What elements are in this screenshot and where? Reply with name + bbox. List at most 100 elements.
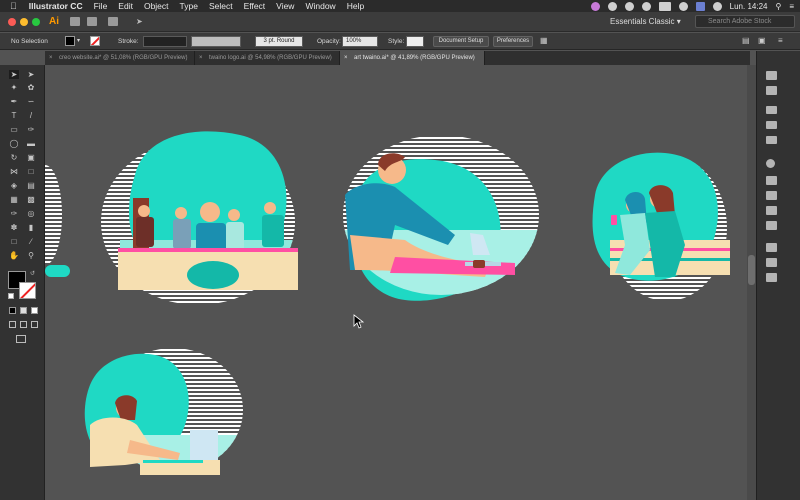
user-icon[interactable]: [590, 1, 600, 11]
free-transform-tool[interactable]: □: [26, 167, 36, 176]
artboards-panel-icon[interactable]: [766, 258, 777, 267]
width-tool[interactable]: ⋈: [9, 167, 19, 176]
menu-edit[interactable]: Edit: [118, 1, 133, 11]
menu-object[interactable]: Object: [144, 1, 169, 11]
asset-export-icon[interactable]: [766, 273, 777, 282]
minimize-window-button[interactable]: [20, 18, 28, 26]
preferences-button[interactable]: Preferences: [493, 36, 533, 47]
stroke-swatch[interactable]: [90, 36, 100, 46]
magic-wand-tool[interactable]: ✦: [9, 83, 19, 92]
volume-icon[interactable]: [712, 1, 722, 11]
menu-file[interactable]: File: [94, 1, 108, 11]
color-guide-icon[interactable]: [766, 86, 777, 95]
draw-normal-icon[interactable]: [9, 321, 16, 328]
workspace-switcher[interactable]: Essentials Classic ▾: [600, 15, 690, 28]
draw-inside-icon[interactable]: [31, 321, 38, 328]
illustration-laptop-man[interactable]: [343, 135, 545, 301]
curvature-tool[interactable]: ∽: [26, 97, 36, 106]
shape-builder-tool[interactable]: ◈: [9, 181, 19, 190]
screen-mode-icon[interactable]: [16, 335, 26, 343]
tab-creo-website[interactable]: × creo website.ai* @ 51,08% (RGB/GPU Prev…: [45, 51, 195, 65]
color-panel-icon[interactable]: [766, 71, 777, 80]
direct-selection-tool[interactable]: ➤: [26, 70, 36, 79]
brush-definition[interactable]: 3 pt. Round: [255, 36, 303, 47]
shield-icon[interactable]: [624, 1, 634, 11]
list-icon[interactable]: ≡: [789, 2, 794, 11]
gpu-performance-icon[interactable]: ➤: [136, 17, 146, 26]
zoom-window-button[interactable]: [32, 18, 40, 26]
column-graph-tool[interactable]: ▮: [26, 223, 36, 232]
gradient-panel-icon[interactable]: [766, 176, 777, 185]
stroke-color-box[interactable]: [19, 282, 36, 299]
scale-tool[interactable]: ▣: [26, 153, 36, 162]
fill-chevron-icon[interactable]: ▾: [77, 37, 80, 44]
draw-behind-icon[interactable]: [20, 321, 27, 328]
arrange-documents-icon[interactable]: [108, 17, 118, 26]
close-icon[interactable]: ×: [49, 51, 53, 65]
live-paint-tool[interactable]: ▤: [26, 181, 36, 190]
illustration-typing-man[interactable]: [84, 348, 250, 475]
graphic-style-swatch[interactable]: [406, 36, 424, 47]
gradient-tool[interactable]: ▩: [26, 195, 36, 204]
bridge-icon[interactable]: [70, 17, 80, 26]
rectangle-tool[interactable]: ▭: [9, 125, 19, 134]
slice-tool[interactable]: ∕: [26, 237, 36, 246]
rotate-tool[interactable]: ↻: [9, 153, 19, 162]
battery-icon[interactable]: [658, 1, 671, 11]
layers-panel-icon[interactable]: [766, 243, 777, 252]
graphic-styles-panel-icon[interactable]: [766, 221, 777, 230]
close-icon[interactable]: ×: [344, 51, 348, 65]
color-mode-icon[interactable]: [9, 307, 16, 314]
apple-icon[interactable]: : [10, 1, 17, 11]
stock-icon[interactable]: [87, 17, 97, 26]
tab-art-twaino[interactable]: × art twaino.ai* @ 41,89% (RGB/GPU Previe…: [340, 51, 485, 65]
type-tool[interactable]: T: [9, 111, 19, 120]
cloud-icon[interactable]: [641, 1, 651, 11]
default-colors-icon[interactable]: [8, 293, 14, 299]
selection-tool[interactable]: ➤: [9, 70, 19, 79]
illustration-two-women[interactable]: [592, 152, 730, 301]
illustration-meeting[interactable]: [101, 131, 300, 305]
hand-tool[interactable]: ✋: [9, 251, 19, 260]
document-setup-button[interactable]: Document Setup: [433, 36, 489, 47]
transform-icon[interactable]: ▣: [758, 36, 766, 45]
arrange-icon[interactable]: ▦: [540, 36, 548, 45]
clock[interactable]: Lun. 14:24: [730, 2, 768, 11]
menu-app-name[interactable]: Illustrator CC: [29, 1, 83, 11]
perspective-grid-tool[interactable]: ▦: [9, 195, 19, 204]
blend-tool[interactable]: ◎: [26, 209, 36, 218]
zoom-tool[interactable]: ⚲: [26, 251, 36, 260]
artboard-canvas[interactable]: [45, 65, 756, 500]
stroke-panel-icon[interactable]: [766, 159, 775, 168]
eraser-tool[interactable]: ▬: [26, 139, 36, 148]
search-stock-input[interactable]: Search Adobe Stock: [695, 15, 795, 28]
swap-fill-stroke-icon[interactable]: ↺: [30, 270, 35, 277]
menu-effect[interactable]: Effect: [244, 1, 266, 11]
paintbrush-tool[interactable]: ✑: [26, 125, 36, 134]
tab-twaino-logo[interactable]: × twaino logo.ai @ 54,98% (RGB/GPU Previe…: [195, 51, 340, 65]
artboard-tool[interactable]: □: [9, 237, 19, 246]
symbol-sprayer-tool[interactable]: ✽: [9, 223, 19, 232]
close-icon[interactable]: ×: [199, 51, 203, 65]
eyedropper-tool[interactable]: ✑: [9, 209, 19, 218]
close-window-button[interactable]: [8, 18, 16, 26]
none-mode-icon[interactable]: [31, 307, 38, 314]
flag-icon[interactable]: [695, 1, 705, 11]
line-tool[interactable]: /: [26, 111, 36, 120]
swatches-panel-icon[interactable]: [766, 106, 777, 114]
menu-type[interactable]: Type: [180, 1, 198, 11]
illustration-partial-left[interactable]: [45, 165, 70, 277]
stroke-weight-field[interactable]: [143, 36, 187, 47]
variable-width-profile[interactable]: [191, 36, 241, 47]
appearance-panel-icon[interactable]: [766, 206, 777, 215]
panel-menu-icon[interactable]: ≡: [778, 36, 783, 45]
lasso-tool[interactable]: ✿: [26, 83, 36, 92]
opacity-field[interactable]: 100%: [342, 36, 378, 47]
wifi-icon[interactable]: [678, 1, 688, 11]
gradient-mode-icon[interactable]: [20, 307, 27, 314]
search-icon[interactable]: ⚲: [775, 2, 781, 11]
menu-view[interactable]: View: [276, 1, 294, 11]
transparency-panel-icon[interactable]: [766, 191, 777, 200]
align-icon[interactable]: ▤: [742, 36, 750, 45]
scrollbar-thumb[interactable]: [748, 255, 755, 285]
